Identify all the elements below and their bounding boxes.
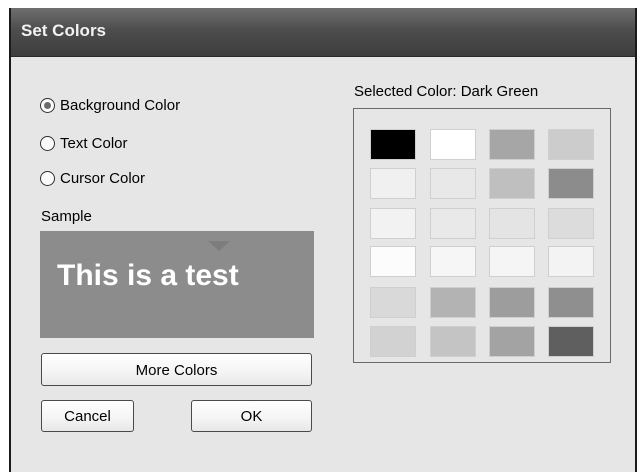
radio-button[interactable] — [40, 97, 55, 113]
sample-text: This is a test — [57, 259, 239, 292]
color-swatch[interactable] — [370, 246, 416, 277]
radio-button[interactable] — [40, 135, 55, 151]
more-colors-button[interactable]: More Colors — [41, 353, 312, 386]
color-swatch[interactable] — [548, 129, 594, 160]
radio-label: Cursor Color — [60, 169, 146, 187]
color-swatch[interactable] — [430, 129, 476, 160]
sample-label: Sample — [41, 208, 92, 225]
color-swatch[interactable] — [489, 129, 535, 160]
color-palette — [353, 108, 611, 363]
cursor-caret-icon — [208, 241, 230, 251]
radio-label: Text Color — [60, 134, 128, 152]
radio-button[interactable] — [40, 170, 55, 186]
color-swatch[interactable] — [548, 168, 594, 199]
color-swatch[interactable] — [370, 326, 416, 357]
ok-button[interactable]: OK — [191, 400, 312, 432]
color-swatch[interactable] — [370, 208, 416, 239]
color-swatch[interactable] — [430, 326, 476, 357]
radio-text-color[interactable]: Text Color — [40, 132, 128, 154]
color-swatch[interactable] — [430, 168, 476, 199]
color-swatch[interactable] — [489, 208, 535, 239]
color-swatch[interactable] — [548, 287, 594, 318]
color-swatch[interactable] — [370, 287, 416, 318]
selected-color-label: Selected Color: Dark Green — [354, 83, 539, 100]
title-bar[interactable]: Set Colors — [11, 8, 635, 57]
dialog-title: Set Colors — [21, 21, 107, 40]
color-swatch[interactable] — [548, 326, 594, 357]
color-swatch[interactable] — [489, 287, 535, 318]
color-swatch[interactable] — [370, 168, 416, 199]
radio-cursor-color[interactable]: Cursor Color — [40, 167, 145, 189]
color-swatch[interactable] — [548, 246, 594, 277]
color-swatch[interactable] — [370, 129, 416, 160]
color-swatch[interactable] — [489, 246, 535, 277]
radio-background-color[interactable]: Background Color — [40, 94, 180, 116]
color-swatch[interactable] — [489, 326, 535, 357]
sample-preview: This is a test — [40, 231, 314, 338]
color-swatch[interactable] — [548, 208, 594, 239]
radio-label: Background Color — [60, 96, 181, 114]
set-colors-dialog: Set Colors Background Color Text Color C… — [9, 8, 637, 472]
color-swatch[interactable] — [430, 208, 476, 239]
cancel-button[interactable]: Cancel — [41, 400, 134, 432]
color-swatch[interactable] — [489, 168, 535, 199]
color-swatch[interactable] — [430, 287, 476, 318]
color-swatch[interactable] — [430, 246, 476, 277]
